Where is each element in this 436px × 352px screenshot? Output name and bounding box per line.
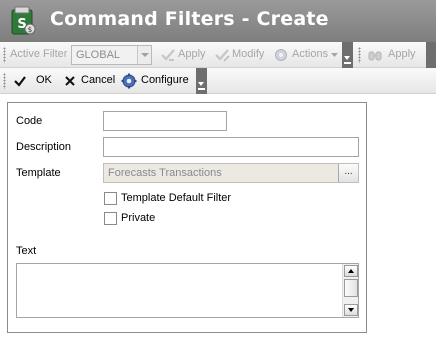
private-checkbox[interactable] bbox=[104, 212, 117, 225]
active-filter-value: GLOBAL bbox=[76, 49, 121, 61]
gear-icon bbox=[275, 49, 287, 61]
title-bar: S $ Command Filters - Create bbox=[0, 0, 436, 42]
command-toolbar: OK Cancel Configure bbox=[0, 68, 436, 94]
scroll-down-icon[interactable] bbox=[344, 304, 358, 316]
checkmark-icon bbox=[14, 76, 26, 87]
apply-secondary-label: Apply bbox=[388, 48, 416, 60]
gear-icon bbox=[121, 73, 137, 89]
apply-checkmark-icon bbox=[161, 49, 175, 61]
apply-filter-label: Apply bbox=[178, 48, 206, 60]
description-field[interactable] bbox=[103, 137, 359, 157]
binoculars-icon bbox=[368, 51, 382, 61]
text-label: Text bbox=[16, 245, 37, 257]
command-filter-form: Code Description Template Forecasts Tran… bbox=[7, 102, 367, 333]
active-filter-label: Active Filter bbox=[10, 48, 68, 60]
modify-checkmark-icon bbox=[215, 49, 230, 62]
toolbar-grip[interactable] bbox=[3, 47, 6, 63]
chevron-down-icon bbox=[331, 53, 338, 57]
text-area-scrollbar[interactable] bbox=[342, 264, 358, 317]
filter-toolbar: Active Filter GLOBAL Apply Modify Action… bbox=[0, 42, 436, 68]
close-icon bbox=[65, 76, 75, 86]
app-logo-icon: S $ bbox=[11, 6, 36, 35]
scroll-up-icon[interactable] bbox=[344, 265, 358, 277]
active-filter-select[interactable]: GLOBAL bbox=[71, 45, 152, 65]
text-area[interactable] bbox=[16, 263, 359, 318]
code-label: Code bbox=[16, 115, 43, 127]
private-label: Private bbox=[121, 212, 156, 224]
description-label: Description bbox=[16, 141, 72, 153]
svg-text:$: $ bbox=[28, 26, 32, 34]
toolbar-grip[interactable] bbox=[358, 47, 361, 63]
template-default-filter-checkbox[interactable] bbox=[104, 192, 117, 205]
modify-filter-label: Modify bbox=[232, 48, 265, 60]
ok-label: OK bbox=[36, 74, 52, 86]
chevron-down-icon[interactable] bbox=[137, 46, 151, 64]
template-browse-button[interactable]: ... bbox=[338, 164, 358, 182]
code-field[interactable] bbox=[103, 111, 227, 131]
actions-menu-label: Actions bbox=[292, 48, 329, 60]
configure-label: Configure bbox=[141, 74, 189, 86]
toolbar-grip[interactable] bbox=[3, 73, 6, 89]
scroll-thumb[interactable] bbox=[344, 279, 358, 297]
template-default-filter-label: Template Default Filter bbox=[121, 192, 232, 204]
toolbar-overflow-button[interactable] bbox=[426, 42, 436, 68]
window-title: Command Filters - Create bbox=[50, 8, 329, 30]
template-field[interactable]: Forecasts Transactions ... bbox=[103, 163, 359, 183]
template-label: Template bbox=[16, 167, 61, 179]
toolbar-overflow-button[interactable] bbox=[342, 42, 353, 68]
template-value: Forecasts Transactions bbox=[108, 167, 222, 179]
toolbar-overflow-button[interactable] bbox=[196, 68, 207, 94]
cancel-label: Cancel bbox=[81, 74, 116, 86]
